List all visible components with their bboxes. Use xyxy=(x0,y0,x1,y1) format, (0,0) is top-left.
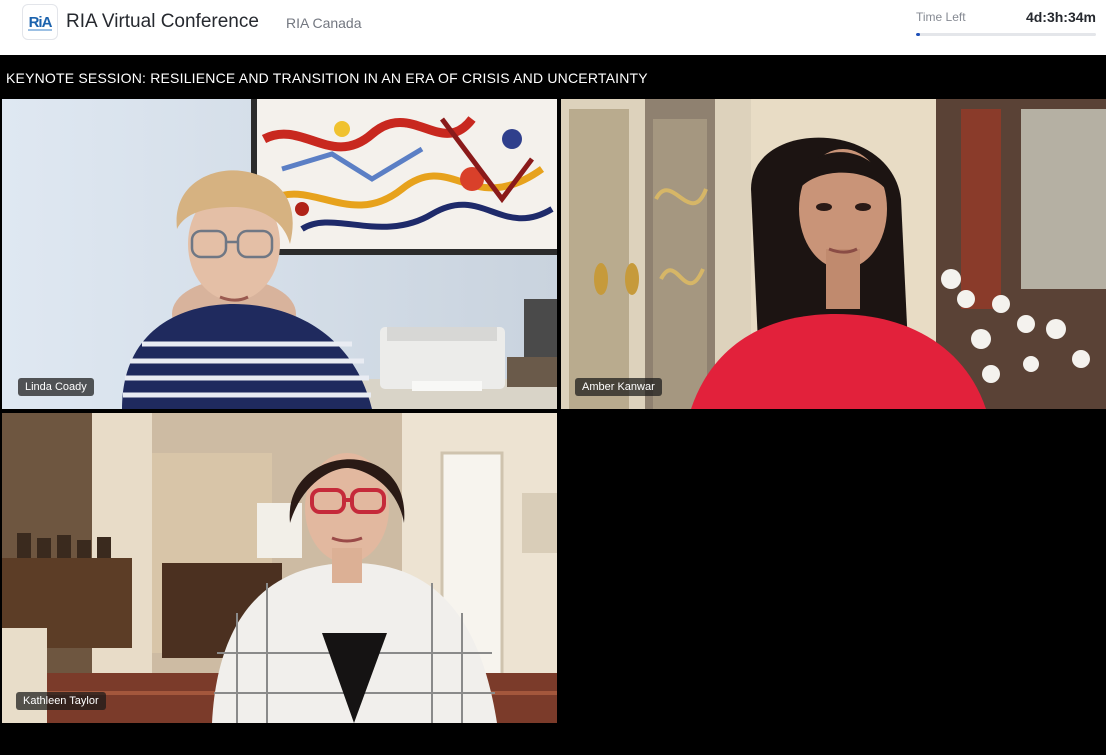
video-feed-amber-kanwar xyxy=(561,99,1106,409)
app-title: RIA Virtual Conference xyxy=(66,11,259,32)
video-tile-amber-kanwar[interactable]: Amber Kanwar xyxy=(561,99,1106,409)
participant-name-tag: Kathleen Taylor xyxy=(16,692,106,710)
time-left-progress xyxy=(916,33,1096,36)
video-feed-linda-coady xyxy=(2,99,557,409)
video-tile-linda-coady[interactable]: Linda Coady xyxy=(2,99,557,409)
ria-logo[interactable]: RiA xyxy=(22,4,58,40)
logo-text: RiA xyxy=(28,13,53,31)
video-feed-kathleen-taylor xyxy=(2,413,557,723)
session-title: KEYNOTE SESSION: RESILIENCE AND TRANSITI… xyxy=(6,70,648,86)
video-tile-kathleen-taylor[interactable]: Kathleen Taylor xyxy=(2,413,557,723)
logo-underline xyxy=(28,29,52,31)
video-stage: KEYNOTE SESSION: RESILIENCE AND TRANSITI… xyxy=(0,55,1106,755)
organization-name[interactable]: RIA Canada xyxy=(286,15,362,31)
time-left-progress-fill xyxy=(916,33,920,36)
top-bar: RiA RIA Virtual Conference RIA Canada Ti… xyxy=(0,0,1106,55)
time-left-label: Time Left xyxy=(916,10,966,24)
participant-name-tag: Amber Kanwar xyxy=(575,378,662,396)
time-left-value: 4d:3h:34m xyxy=(1025,9,1096,25)
participant-name-tag: Linda Coady xyxy=(18,378,94,396)
